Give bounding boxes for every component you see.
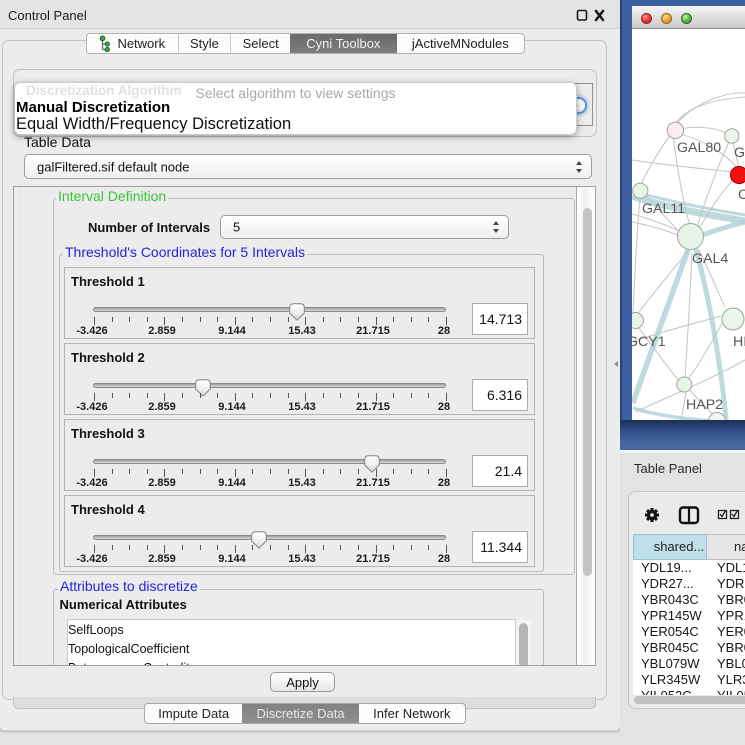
svg-text:GAL11: GAL11 bbox=[642, 201, 685, 217]
svg-text:HAP2: HAP2 bbox=[686, 397, 723, 413]
svg-text:C: C bbox=[738, 187, 745, 203]
svg-text:GCY1: GCY1 bbox=[632, 334, 666, 350]
svg-text:GA: GA bbox=[734, 145, 745, 161]
svg-text:GAL4: GAL4 bbox=[692, 251, 728, 267]
svg-text:GAL80: GAL80 bbox=[677, 140, 721, 156]
svg-text:HI: HI bbox=[733, 334, 745, 350]
